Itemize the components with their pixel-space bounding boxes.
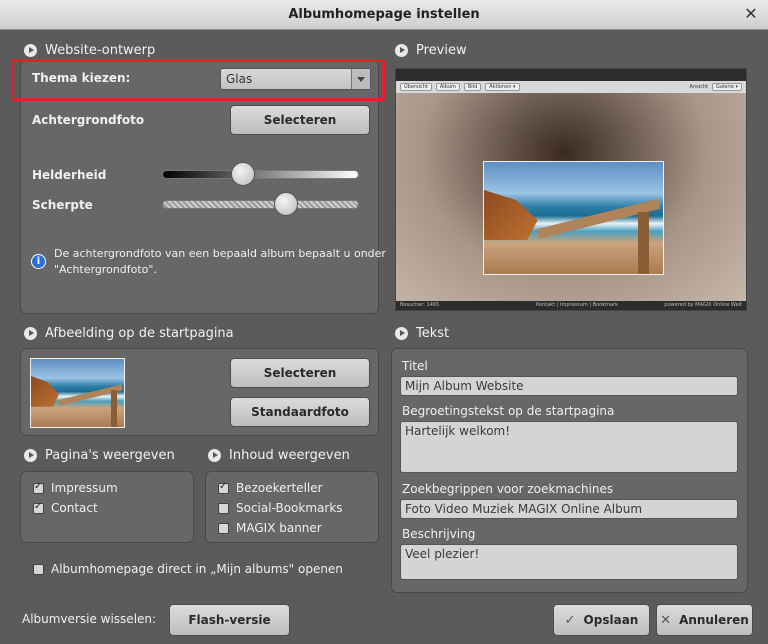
section-start-image-title: Afbeelding op de startpagina [45,326,234,341]
preview-nav-item: Album [435,83,460,91]
sharpness-slider-thumb[interactable] [274,192,299,216]
info-icon: i [31,254,46,269]
greeting-field-label: Begroetingstekst op de startpagina [402,404,615,418]
start-image-thumbnail [30,358,125,428]
checkbox-social-bookmarks[interactable]: Social-Bookmarks [218,501,343,515]
checkbox-label: MAGIX banner [236,521,322,535]
cancel-button[interactable]: ✕ Annuleren [656,604,753,636]
post [110,389,117,427]
preview-navbar: Übersicht Album Bild Aktionen ▾ Ansicht … [396,81,746,93]
play-icon [395,44,408,57]
preview-photo [483,161,664,275]
checkbox-label: Social-Bookmarks [236,501,343,515]
window-title: Albumhomepage instellen [288,7,480,22]
theme-select[interactable]: Glas [220,68,371,90]
checkbox-box[interactable] [33,563,44,575]
section-content-title: Inhoud weergeven [229,448,350,463]
brightness-slider[interactable] [162,170,359,179]
checkbox-label: Albumhomepage direct in „Mijn albums" op… [51,562,343,576]
checkbox-visitor-counter[interactable]: Bezoekerteller [218,481,323,495]
check-icon[interactable] [218,481,229,494]
flash-version-button[interactable]: Flash-versie [169,604,290,636]
section-pages-title: Pagina's weergeven [45,448,175,463]
rock [31,376,59,407]
brightness-label: Helderheid [32,168,107,182]
section-start-image-header[interactable]: Afbeelding op de startpagina [24,326,234,341]
info-text-line1: De achtergrondfoto van een bepaald album… [54,247,386,260]
section-text-header[interactable]: Tekst [395,326,449,341]
description-field-label: Beschrijving [402,527,476,541]
preview-footer-mid: Kontakt | Impressum | Bookmark [536,302,618,308]
theme-select-value: Glas [226,72,253,86]
checkbox-impressum[interactable]: Impressum [33,481,118,495]
save-button[interactable]: ✓ Opslaan [553,604,650,636]
preview-view-label: Ansicht [689,84,708,90]
preview-view-select: Galerie ▾ [711,83,742,91]
play-icon [24,44,37,57]
section-text-title: Tekst [416,326,450,341]
post [637,212,649,274]
play-icon [208,449,221,462]
keywords-field-label: Zoekbegrippen voor zoekmachines [402,482,614,496]
section-design-title: Website-ontwerp [45,43,156,58]
checkbox-contact[interactable]: Contact [33,501,98,515]
check-icon[interactable] [33,501,44,514]
preview-image: Übersicht Album Bild Aktionen ▾ Ansicht … [395,68,747,311]
dropdown-arrow-icon[interactable] [351,69,370,89]
preview-nav-item: Übersicht [400,83,432,91]
version-label: Albumversie wisselen: [22,612,157,626]
background-label: Achtergrondfoto [32,113,145,127]
section-preview-header[interactable]: Preview [395,43,467,58]
title-field-label: Titel [402,359,428,373]
info-text-line2: "Achtergrondfoto". [54,263,157,276]
preview-nav-item: Aktionen ▾ [485,83,520,91]
rock [484,190,538,241]
checkbox-label: Contact [51,501,98,515]
checkbox-box[interactable] [218,502,229,514]
section-content-header[interactable]: Inhoud weergeven [208,448,350,463]
section-pages-header[interactable]: Pagina's weergeven [24,448,175,463]
checkbox-label: Impressum [51,481,118,495]
checkbox-box[interactable] [218,522,229,534]
save-button-label: Opslaan [583,613,639,627]
checkbox-magix-banner[interactable]: MAGIX banner [218,521,322,535]
section-design-header[interactable]: Website-ontwerp [24,43,155,58]
theme-label: Thema kiezen: [32,71,131,85]
start-image-select-button[interactable]: Selecteren [230,358,370,388]
cancel-icon: ✕ [660,612,672,628]
title-field[interactable]: Mijn Album Website [400,376,738,396]
play-icon [24,327,37,340]
keywords-field[interactable]: Foto Video Muziek MAGIX Online Album [400,499,738,519]
brightness-slider-thumb[interactable] [230,162,255,186]
greeting-field[interactable]: Hartelijk welkom! [400,421,738,473]
preview-footer: Besucher: 1465 Kontakt | Impressum | Boo… [396,301,746,310]
preview-topbar [396,69,746,81]
section-preview-title: Preview [416,43,467,58]
play-icon [395,327,408,340]
check-icon[interactable] [33,481,44,494]
background-select-button[interactable]: Selecteren [230,105,370,135]
play-icon [24,449,37,462]
sharpness-slider[interactable] [162,200,359,209]
close-icon[interactable]: ✕ [742,5,760,23]
title-bar: Albumhomepage instellen ✕ [0,0,768,30]
sharpness-label: Scherpte [32,198,93,212]
default-photo-button[interactable]: Standaardfoto [230,397,370,427]
preview-footer-right: powered by MAGIX Online Welt [664,302,742,308]
checkbox-label: Bezoekerteller [236,481,323,495]
description-field[interactable]: Veel plezier! [400,544,738,580]
preview-nav-item: Bild [463,83,482,91]
cancel-button-label: Annuleren [679,613,749,627]
preview-footer-left: Besucher: 1465 [400,302,440,308]
check-icon: ✓ [564,612,576,628]
checkbox-open-direct[interactable]: Albumhomepage direct in „Mijn albums" op… [33,562,343,576]
